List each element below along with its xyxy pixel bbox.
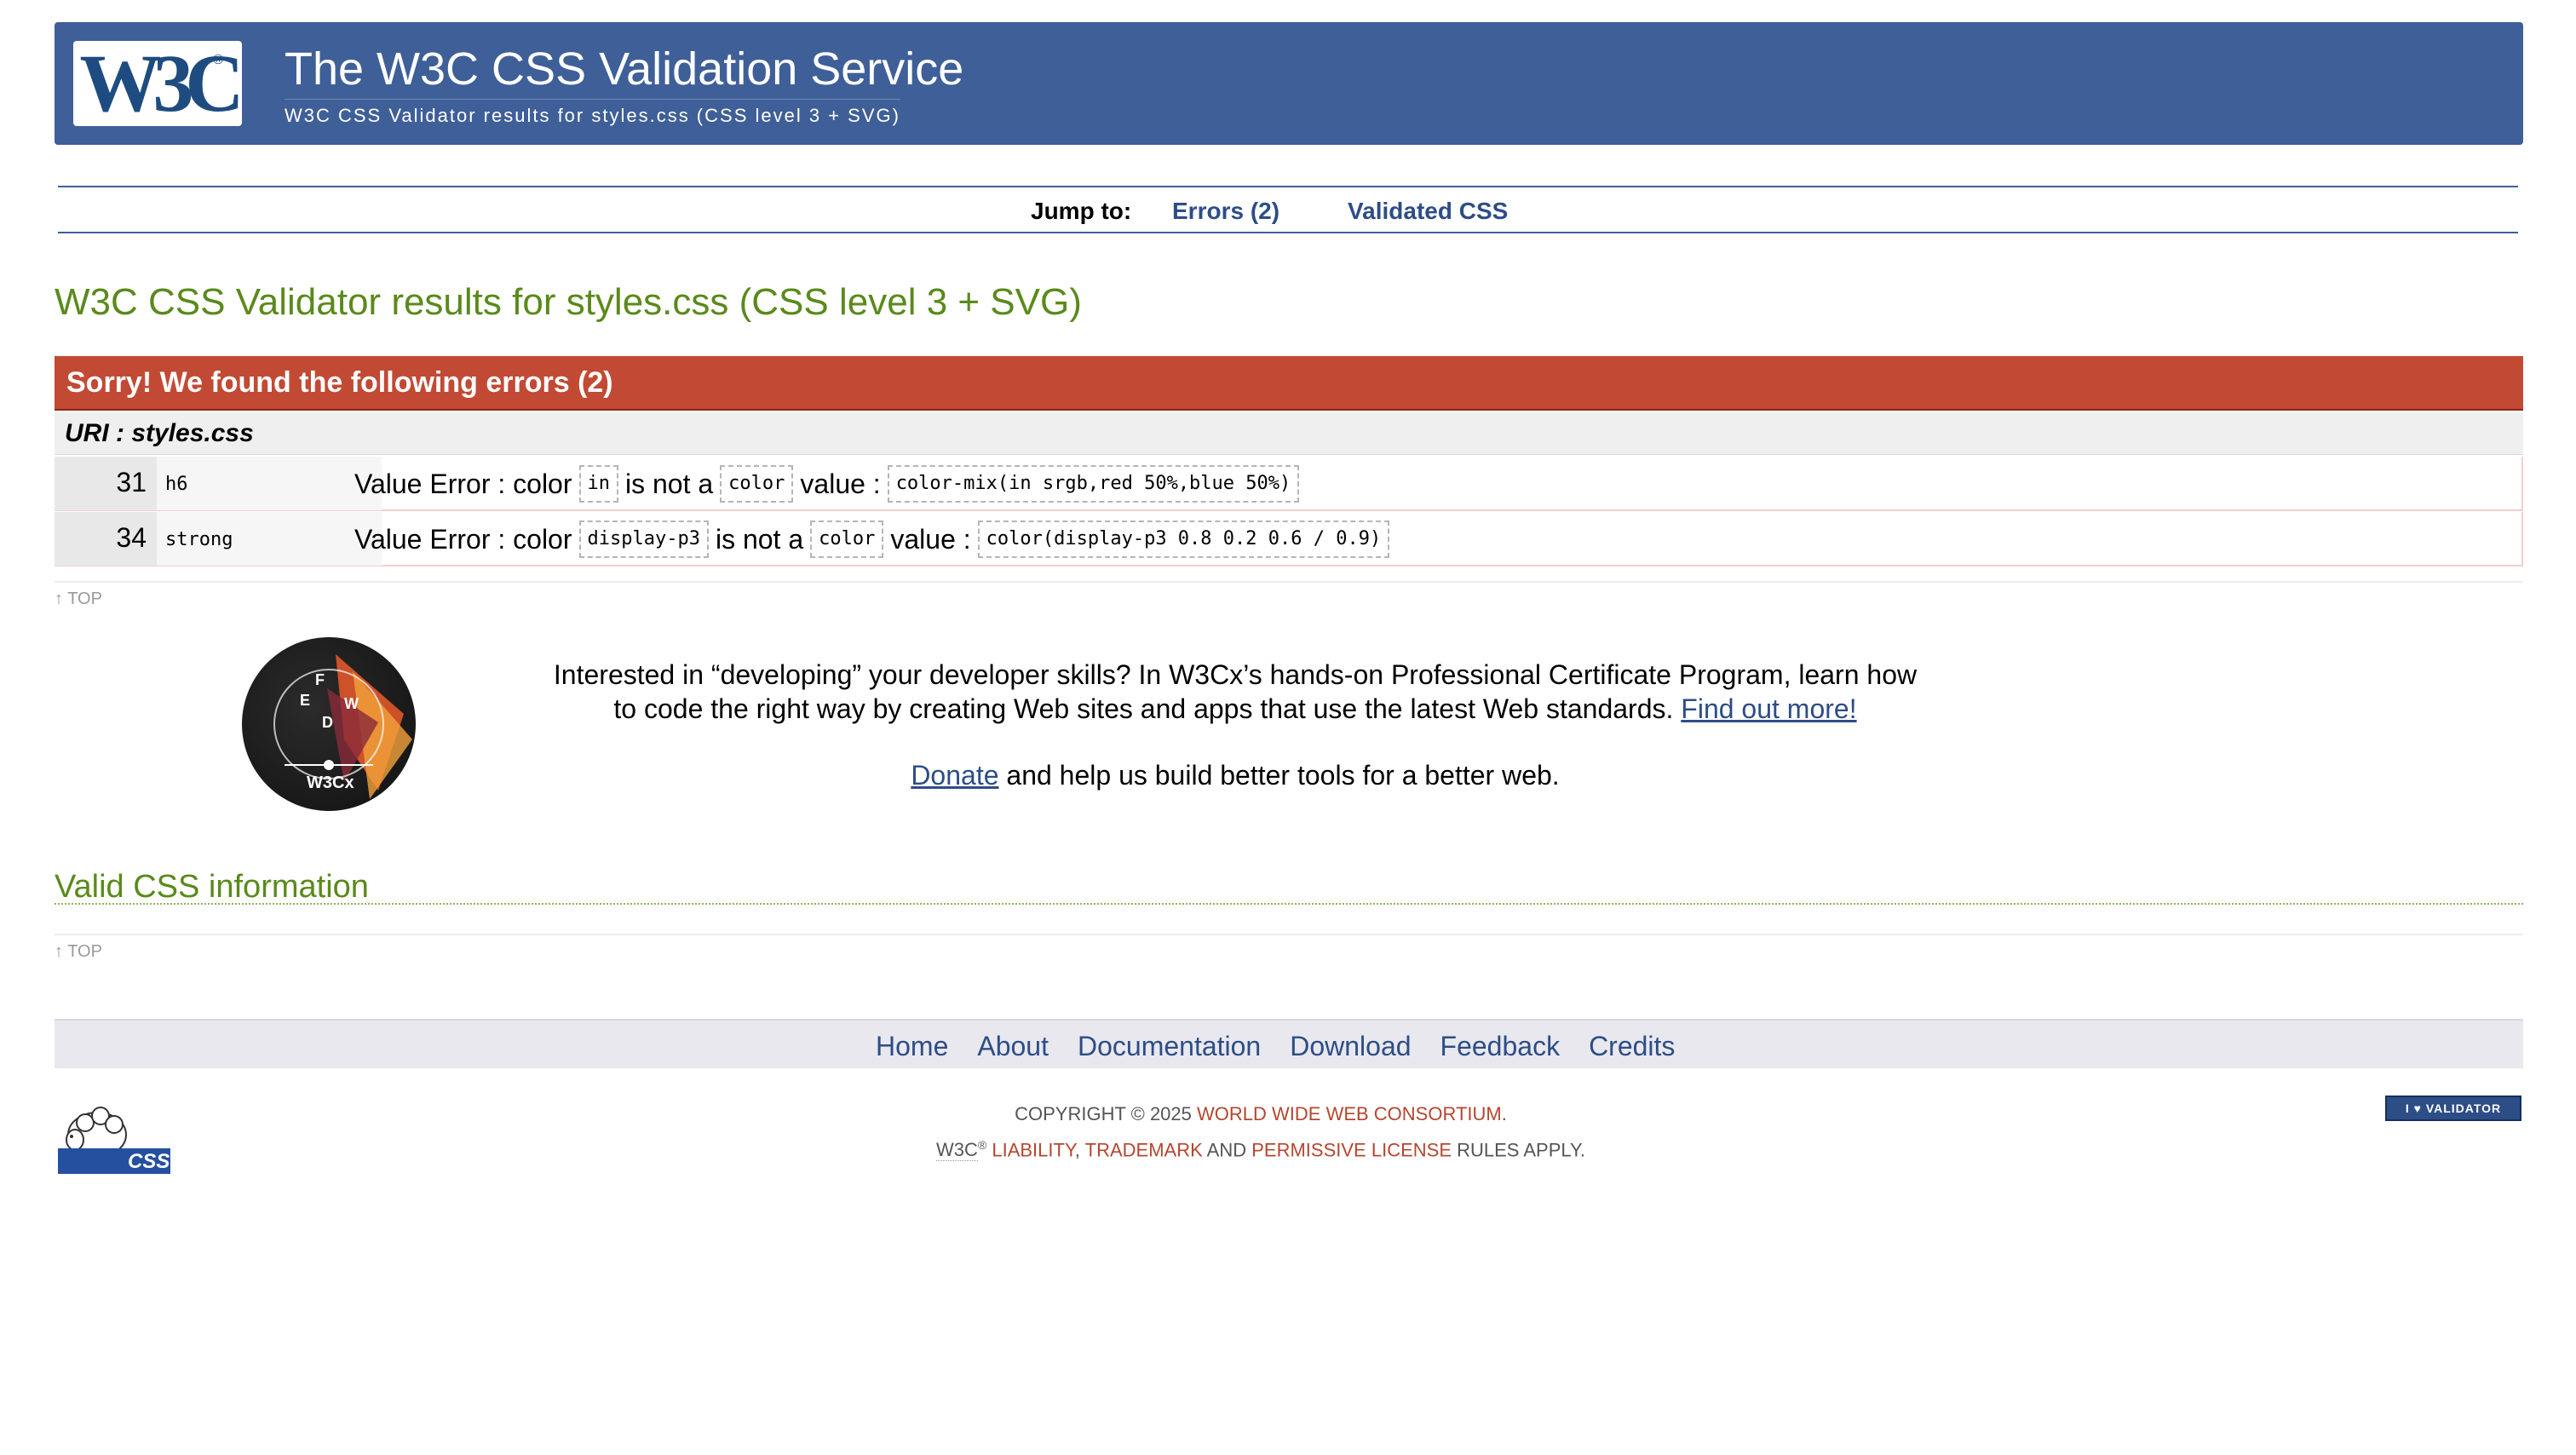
error-message: Value Error : color in is not a color va… [354, 457, 1300, 510]
svg-text:E: E [300, 692, 310, 709]
error-code-token: display-p3 [578, 520, 709, 558]
jigsaw-css-logo[interactable]: CSS [56, 1092, 172, 1179]
comma: , [1074, 1139, 1080, 1161]
badge-label: W3Cx [307, 774, 354, 792]
css-badge-label: CSS [128, 1150, 170, 1173]
page: W3C ® The W3C CSS Validation Service W3C… [0, 0, 2576, 1455]
svg-text:D: D [322, 714, 333, 731]
back-to-top-link[interactable]: ↑ TOP [55, 942, 102, 962]
error-row: 34 strong Value Error : color display-p3… [55, 512, 2523, 566]
jump-validated-css-link[interactable]: Validated CSS [1348, 198, 1508, 225]
i-love-validator-badge[interactable]: I ♥ VALIDATOR [2385, 1096, 2521, 1121]
liability-link[interactable]: LIABILITY [992, 1139, 1074, 1160]
w3c-logo-text: W3C [79, 41, 242, 126]
uri-text: URI : styles.css [65, 419, 254, 447]
svg-text:W: W [344, 695, 359, 712]
error-row: 31 h6 Value Error : color in is not a co… [55, 457, 2523, 511]
banner: W3C ® The W3C CSS Validation Service W3C… [55, 22, 2523, 145]
divider [55, 581, 2523, 583]
error-mid-text: is not a [625, 468, 714, 499]
error-code-token: in [578, 464, 618, 503]
w3c-consortium-link[interactable]: WORLD WIDE WEB CONSORTIUM [1197, 1103, 1502, 1124]
and-text: AND [1206, 1139, 1247, 1161]
page-title: The W3C CSS Validation Service [285, 43, 964, 95]
error-code-type: color [810, 520, 884, 558]
w3cx-badge-image[interactable]: F E W D W3Cx [242, 637, 416, 811]
footer-nav: Home About Documentation Download Feedba… [55, 1019, 2523, 1068]
divider [55, 934, 2523, 935]
registered-mark: ® [977, 1138, 987, 1152]
error-mid-text-2: value : [890, 523, 971, 555]
trademark-link[interactable]: TRADEMARK [1085, 1139, 1203, 1160]
donate-body: and help us build better tools for a bet… [1006, 760, 1560, 791]
error-message: Value Error : color display-p3 is not a … [354, 512, 1390, 566]
results-heading: W3C CSS Validator results for styles.css… [55, 281, 1082, 323]
error-code-value: color(display-p3 0.8 0.2 0.6 / 0.9) [977, 520, 1390, 558]
error-line-number: 34 [55, 512, 157, 566]
find-out-more-link[interactable]: Find out more! [1681, 693, 1856, 724]
rules-text: RULES APPLY. [1457, 1139, 1585, 1161]
copyright-period: . [1501, 1103, 1507, 1124]
donate-link[interactable]: Donate [911, 760, 998, 791]
footer-link-home[interactable]: Home [876, 1031, 948, 1062]
error-mid-text-2: value : [800, 468, 881, 499]
w3c-logo[interactable]: W3C ® [73, 41, 242, 126]
copyright: COPYRIGHT © 2025 WORLD WIDE WEB CONSORTI… [886, 1099, 1636, 1165]
donate-text: Donate and help us build better tools fo… [545, 760, 1925, 791]
error-mid-text: is not a [715, 523, 804, 555]
error-context: h6 [157, 457, 382, 510]
registered-mark-icon: ® [213, 53, 223, 67]
back-to-top-link[interactable]: ↑ TOP [55, 589, 102, 609]
error-code-value: color-mix(in srgb,red 50%,blue 50%) [887, 464, 1300, 503]
jump-errors-link[interactable]: Errors (2) [1172, 198, 1279, 225]
license-link[interactable]: PERMISSIVE LICENSE [1251, 1139, 1452, 1160]
error-line-number: 31 [55, 457, 157, 510]
page-subtitle: W3C CSS Validator results for styles.css… [285, 99, 900, 127]
w3c-abbr: W3C [936, 1139, 978, 1162]
promo-text: Interested in “developing” your develope… [545, 658, 1925, 726]
footer-link-about[interactable]: About [977, 1031, 1049, 1062]
error-code-type: color [720, 464, 794, 503]
valid-css-heading: Valid CSS information [55, 869, 2523, 905]
footer-link-download[interactable]: Download [1290, 1031, 1411, 1062]
uri-row: URI : styles.css [55, 412, 2523, 455]
footer-link-credits[interactable]: Credits [1589, 1031, 1675, 1062]
error-context: strong [157, 512, 382, 566]
errors-header: Sorry! We found the following errors (2) [55, 356, 2523, 411]
error-prefix: Value Error : color [354, 468, 572, 499]
copyright-prefix: COPYRIGHT © 2025 [1015, 1103, 1192, 1124]
footer-link-feedback[interactable]: Feedback [1440, 1031, 1561, 1062]
jump-label: Jump to: [1031, 198, 1132, 224]
error-prefix: Value Error : color [354, 523, 572, 555]
errors-header-text: Sorry! We found the following errors (2) [66, 366, 613, 399]
svg-text:F: F [315, 671, 325, 688]
jump-nav: Jump to: Errors (2) Validated CSS [58, 186, 2518, 233]
footer-link-documentation[interactable]: Documentation [1078, 1031, 1261, 1062]
